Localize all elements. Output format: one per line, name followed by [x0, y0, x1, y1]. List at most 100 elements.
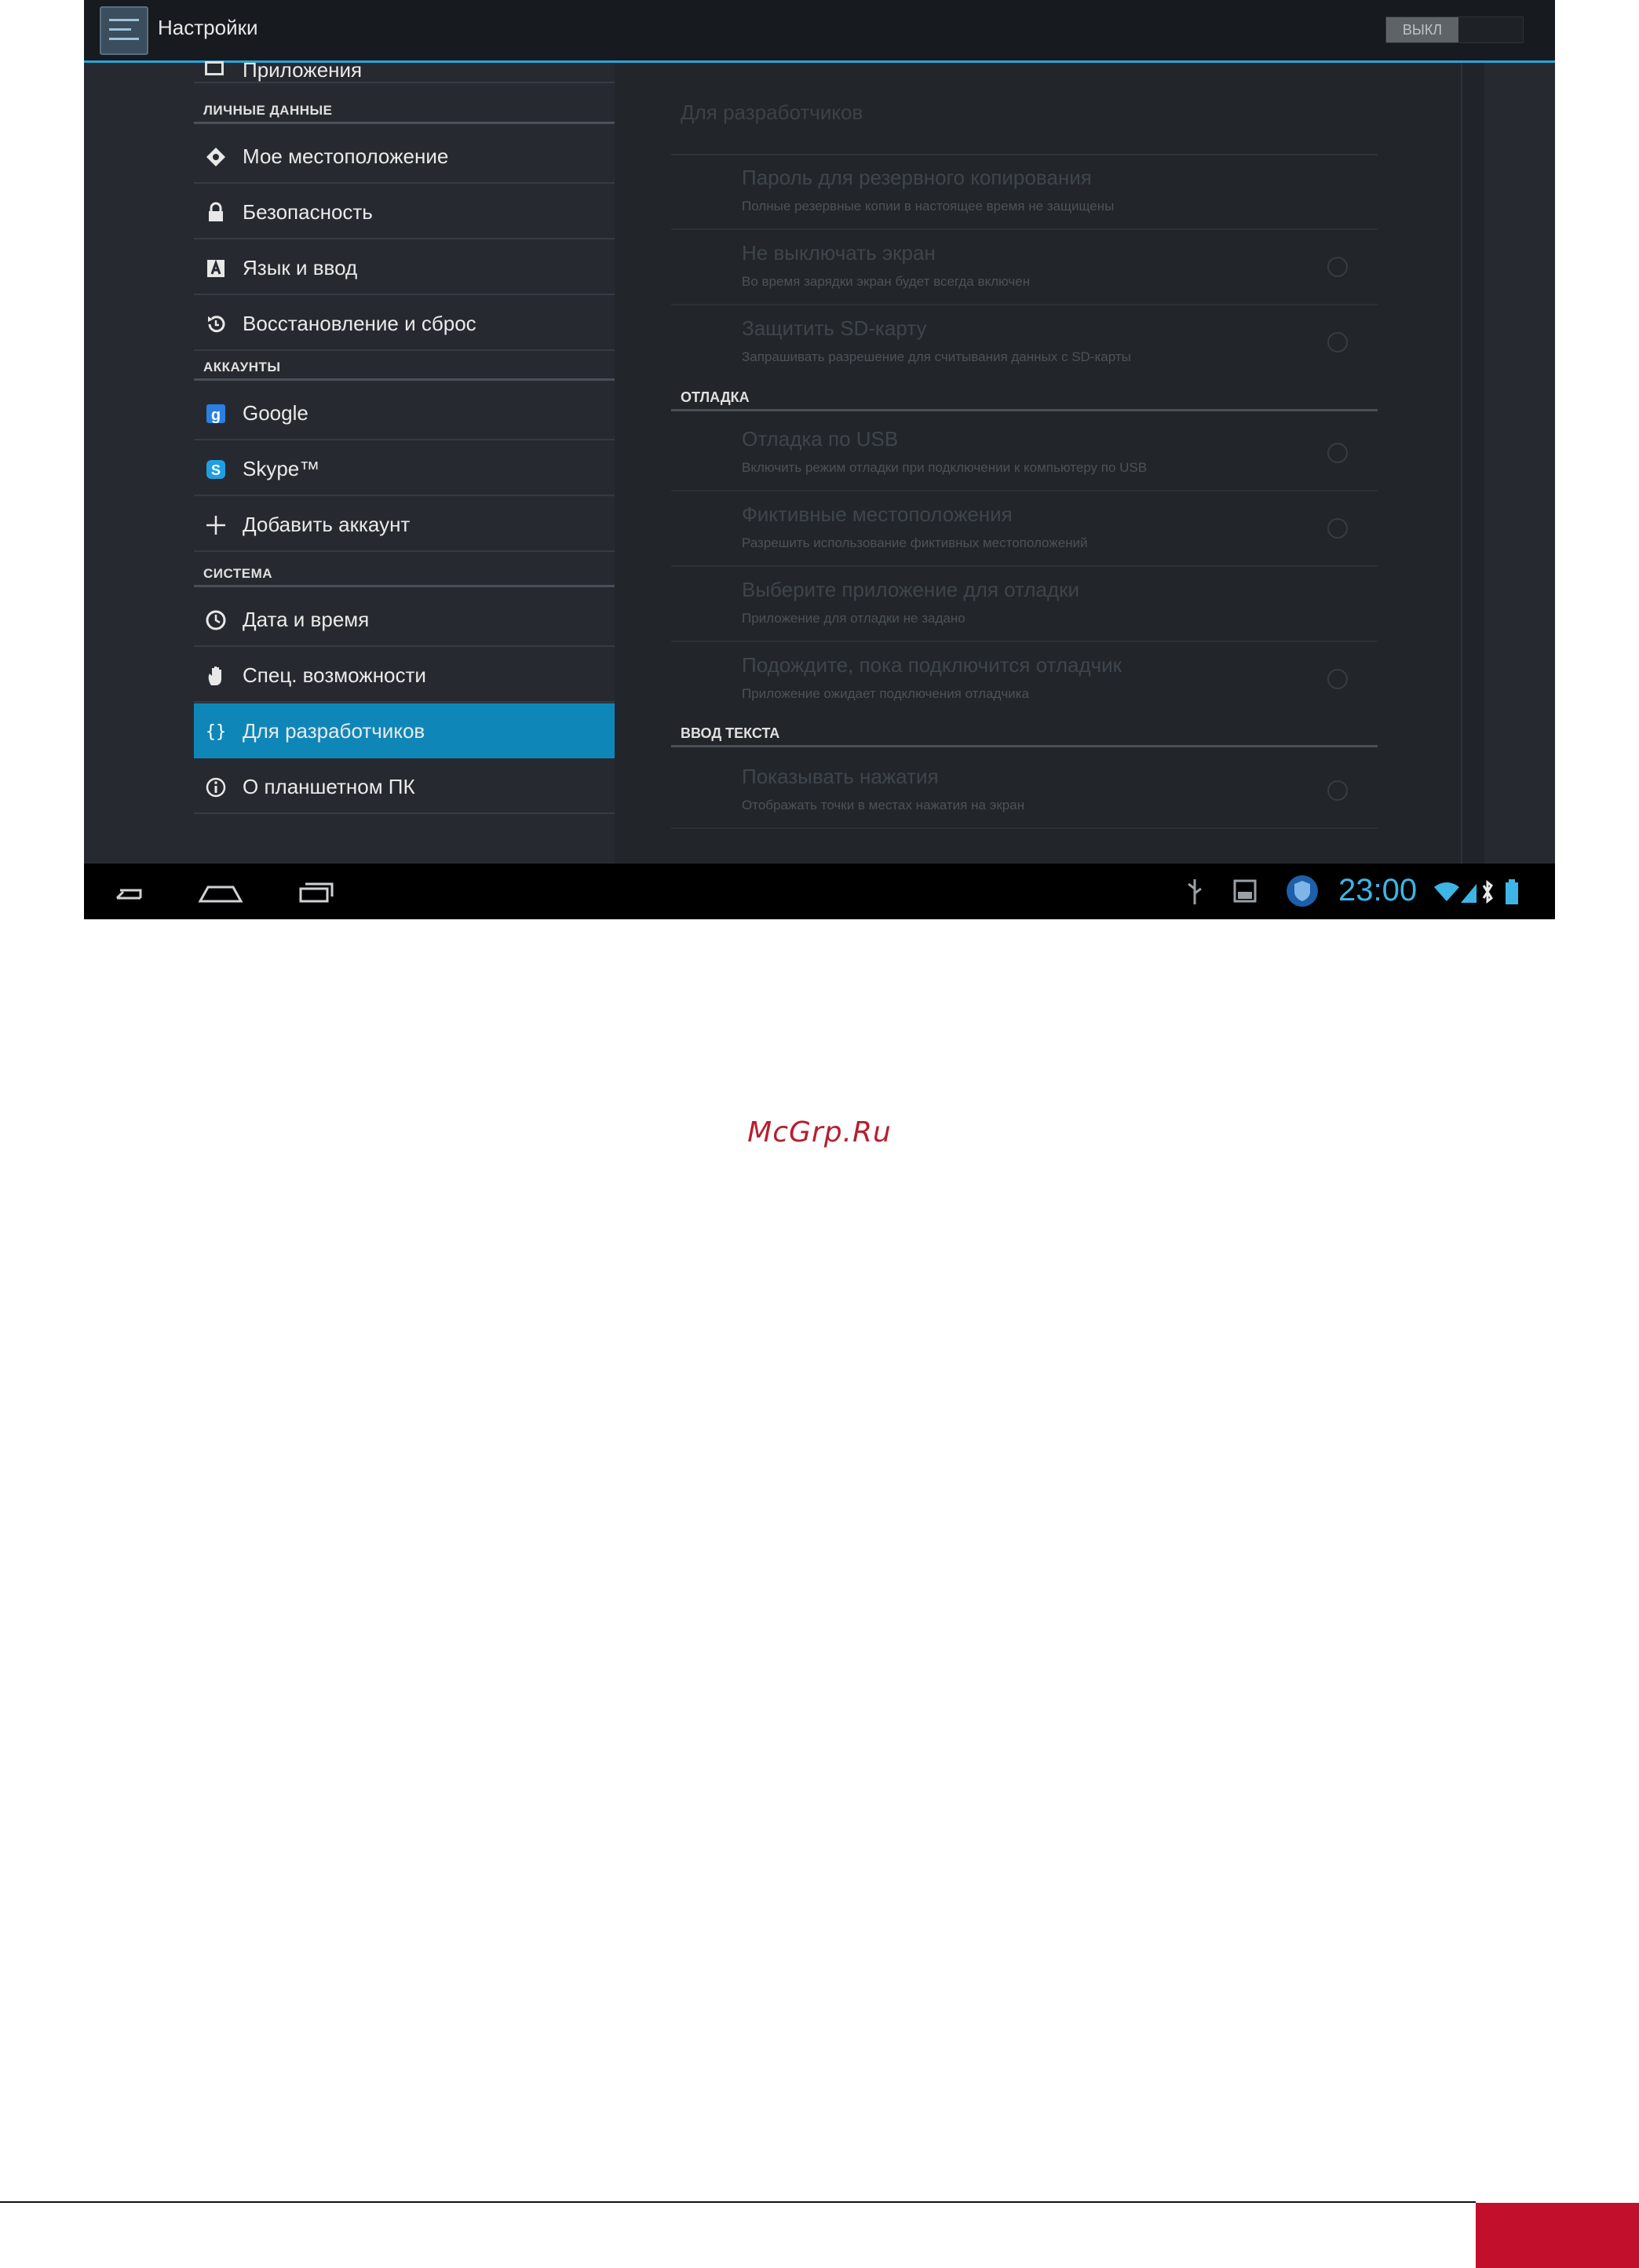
usb-debugging-checkbox[interactable] — [1327, 443, 1348, 463]
list-item-label: Спец. возможности — [243, 663, 426, 687]
pref-summary: Приложение для отладки не задано — [742, 611, 966, 626]
pref-summary: Во время зарядки экран будет всегда вклю… — [742, 274, 1031, 289]
footer-divider — [0, 2201, 1476, 2203]
list-item-label: О планшетном ПК — [243, 775, 415, 798]
list-item-label: Добавить аккаунт — [243, 513, 411, 536]
pref-show-touches[interactable]: Показывать нажатия Отображать точки в ме… — [671, 754, 1378, 829]
pref-title: Подождите, пока подключится отладчик — [742, 653, 1122, 677]
svg-text:g: g — [211, 407, 221, 424]
svg-text:{}: {} — [206, 722, 227, 742]
list-item-skype[interactable]: S Skype™ — [194, 441, 615, 496]
list-item-add-account[interactable]: Добавить аккаунт — [194, 497, 615, 552]
hand-icon — [208, 667, 221, 685]
stay-awake-checkbox[interactable] — [1327, 257, 1348, 277]
pref-summary: Включить режим отладки при подключении к… — [742, 460, 1148, 475]
location-icon — [206, 148, 225, 166]
list-item-label: Восстановление и сброс — [243, 312, 476, 335]
section-input: ВВОД ТЕКСТА — [671, 721, 1378, 747]
pref-summary: Полные резервные копии в настоящее время… — [742, 199, 1115, 214]
settings-list: Приложения ЛИЧНЫЕ ДАННЫЕ Мое местоположе… — [194, 58, 615, 864]
section-header: ВВОД ТЕКСТА — [681, 725, 780, 741]
usb-icon — [1188, 879, 1202, 904]
pref-usb-debugging[interactable]: Отладка по USB Включить режим отладки пр… — [671, 416, 1378, 491]
list-item-google[interactable]: g Google — [194, 385, 615, 440]
list-item-label: Безопасность — [243, 200, 373, 224]
pref-summary: Разрешить использование фиктивных местоп… — [742, 535, 1088, 550]
list-item-label: Дата и время — [243, 608, 370, 631]
braces-icon: {} — [206, 722, 227, 742]
battery-icon — [1506, 879, 1518, 904]
app-title: Настройки — [158, 16, 258, 39]
plus-icon — [206, 516, 225, 535]
pref-stay-awake[interactable]: Не выключать экран Во время зарядки экра… — [671, 230, 1378, 305]
list-item-label: Язык и ввод — [243, 256, 358, 279]
list-item-label: Мое местоположение — [243, 144, 449, 168]
pref-title: Фиктивные местоположения — [742, 502, 1013, 526]
list-item-location[interactable]: Мое местоположение — [194, 129, 615, 184]
list-item-language[interactable]: Язык и ввод — [194, 240, 615, 295]
section-header: ОТЛАДКА — [681, 389, 750, 405]
list-item-developer-options[interactable]: {} Для разработчиков — [194, 703, 615, 758]
list-item-date-time[interactable]: Дата и время — [194, 592, 615, 647]
restore-icon — [208, 316, 225, 333]
section-debug: ОТЛАДКА — [671, 385, 1378, 411]
list-item-label: Для разработчиков — [243, 719, 425, 743]
pref-summary: Отображать точки в местах нажатия на экр… — [742, 798, 1025, 813]
list-item-label: Приложения — [243, 58, 363, 82]
list-item-backup-reset[interactable]: Восстановление и сброс — [194, 296, 615, 351]
pref-title: Отладка по USB — [742, 427, 899, 451]
pref-title: Выберите приложение для отладки — [742, 578, 1080, 601]
pref-protect-sd[interactable]: Защитить SD-карту Запрашивать разрешение… — [671, 305, 1378, 378]
list-item-label: Skype™ — [243, 457, 320, 480]
signal-icon — [1461, 884, 1477, 903]
pref-title: Показывать нажатия — [742, 765, 939, 788]
pref-wait-debugger[interactable]: Подождите, пока подключится отладчик При… — [671, 642, 1378, 718]
wifi-icon — [1434, 882, 1459, 901]
clock: 23:00 — [1338, 873, 1418, 908]
pref-title: Защитить SD-карту — [742, 316, 927, 340]
section-personal: ЛИЧНЫЕ ДАННЫЕ — [194, 100, 615, 124]
language-icon — [207, 259, 224, 277]
skype-icon: S — [206, 460, 225, 479]
settings-app-icon[interactable] — [100, 6, 148, 55]
watermark: McGrp.Ru — [747, 1116, 892, 1149]
pref-backup-password[interactable]: Пароль для резервного копирования Полные… — [671, 155, 1378, 230]
pref-summary: Приложение ожидает подключения отладчика — [742, 686, 1029, 701]
antivirus-shield-icon — [1287, 875, 1318, 907]
recent-apps-icon[interactable] — [290, 875, 337, 909]
pref-title: Пароль для резервного копирования — [742, 166, 1092, 189]
svg-text:S: S — [211, 462, 221, 478]
lock-icon — [209, 202, 223, 221]
developer-options-toggle[interactable]: ВЫКЛ — [1385, 16, 1524, 43]
list-item-about-tablet[interactable]: О планшетном ПК — [194, 759, 615, 814]
section-accounts: АККАУНТЫ — [194, 357, 615, 381]
protect-sd-checkbox[interactable] — [1327, 332, 1348, 352]
system-nav-bar: 23:00 — [84, 864, 1555, 919]
list-item-apps[interactable]: Приложения — [194, 58, 615, 83]
section-header: СИСТЕМА — [203, 566, 273, 581]
list-item-accessibility[interactable]: Спец. возможности — [194, 648, 615, 703]
section-header: ЛИЧНЫЕ ДАННЫЕ — [203, 103, 333, 118]
pref-debug-app[interactable]: Выберите приложение для отладки Приложен… — [671, 567, 1378, 642]
tablet-screenshot: Настройки ВЫКЛ Для разработчиков Пароль … — [84, 0, 1555, 919]
screenshot-icon — [1233, 879, 1257, 903]
back-icon[interactable] — [106, 875, 153, 909]
footer-page-block — [1476, 2203, 1639, 2268]
detail-title: Для разработчиков — [681, 100, 863, 124]
toggle-label: ВЫКЛ — [1386, 17, 1458, 42]
wait-debugger-checkbox[interactable] — [1327, 669, 1348, 689]
pref-mock-locations[interactable]: Фиктивные местоположения Разрешить испол… — [671, 491, 1378, 567]
google-icon: g — [206, 404, 225, 424]
list-item-label: Google — [243, 401, 308, 425]
bluetooth-icon — [1482, 879, 1493, 904]
list-item-security[interactable]: Безопасность — [194, 184, 615, 239]
section-header: АККАУНТЫ — [203, 360, 281, 374]
clock-icon — [206, 610, 226, 630]
home-icon[interactable] — [197, 875, 244, 909]
pref-summary: Запрашивать разрешение для считывания да… — [742, 349, 1131, 364]
action-bar: Настройки ВЫКЛ — [84, 0, 1555, 63]
mock-locations-checkbox[interactable] — [1327, 518, 1348, 539]
show-touches-checkbox[interactable] — [1327, 780, 1348, 801]
section-system: СИСТЕМА — [194, 564, 615, 587]
apps-icon — [205, 61, 224, 75]
